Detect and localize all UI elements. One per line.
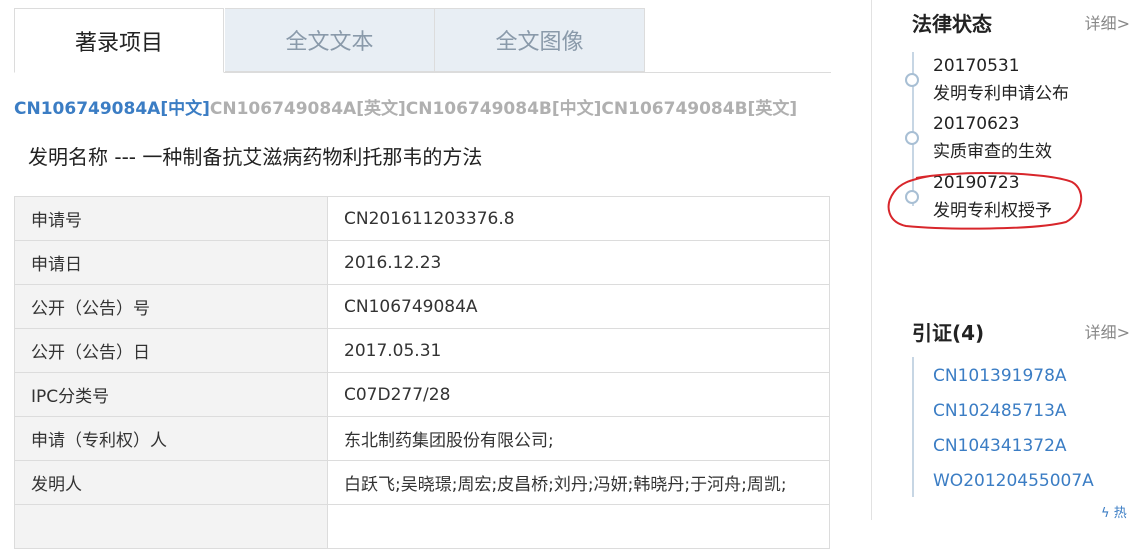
row-value: 白跃飞;吴晓璟;周宏;皮昌桥;刘丹;冯妍;韩晓丹;于河舟;周凯; (327, 460, 830, 505)
table-row: IPC分类号 C07D277/28 (14, 372, 830, 417)
citations-line (912, 357, 914, 497)
citations-title: 引证(4) (912, 321, 985, 345)
tab-bibliographic[interactable]: 著录项目 (14, 8, 224, 73)
pub-link-a-cn[interactable]: CN106749084A[中文] (14, 99, 210, 119)
row-key: 申请日 (14, 240, 328, 285)
tab-fullimage[interactable]: 全文图像 (435, 8, 645, 72)
bibliographic-table: 申请号 CN201611203376.8 申请日 2016.12.23 公开（公告）… (14, 196, 830, 549)
legal-event: 20170531 发明专利申请公布 (933, 52, 1069, 108)
invention-label: 发明名称 (28, 145, 108, 169)
row-key: 发明人 (14, 460, 328, 505)
hot-icon[interactable]: ϟ 热 (1101, 502, 1127, 521)
row-key: 公开（公告）日 (14, 328, 328, 373)
row-value: 2017.05.31 (327, 328, 830, 373)
pub-link-b-en[interactable]: CN106749084B[英文] (601, 99, 797, 119)
row-value: 2016.12.23 (327, 240, 830, 285)
row-value: CN106749084A (327, 284, 830, 329)
citation-link[interactable]: CN101391978A (933, 366, 1067, 386)
legal-status-title: 法律状态 (912, 12, 992, 36)
side-panel: 法律状态 详细> 20170531 发明专利申请公布 20170623 实质审查… (871, 0, 1131, 520)
timeline-dot (905, 73, 919, 87)
legal-event: 20170623 实质审查的生效 (933, 110, 1052, 166)
pub-link-a-en[interactable]: CN106749084A[英文] (210, 99, 406, 119)
table-row: 公开（公告）日 2017.05.31 (14, 328, 830, 373)
tab-bar: 著录项目 全文文本 全文图像 (14, 8, 831, 73)
row-value: 东北制药集团股份有限公司; (327, 416, 830, 461)
invention-name: 一种制备抗艾滋病药物利托那韦的方法 (142, 145, 483, 169)
main-panel: 著录项目 全文文本 全文图像 CN106749084A[中文]CN1067490… (0, 0, 840, 549)
event-date: 20170531 (933, 56, 1020, 76)
citation-link[interactable]: CN104341372A (933, 436, 1067, 456)
tab-fulltext[interactable]: 全文文本 (225, 8, 435, 72)
table-row (14, 504, 830, 549)
legal-detail-link[interactable]: 详细> (1085, 10, 1130, 34)
event-desc: 发明专利申请公布 (933, 84, 1069, 104)
table-row: 申请日 2016.12.23 (14, 240, 830, 285)
event-date: 20170623 (933, 114, 1020, 134)
red-annotation-circle (887, 172, 1082, 230)
citation-link[interactable]: WO20120455007A (933, 471, 1094, 491)
row-value: CN201611203376.8 (327, 196, 830, 241)
invention-sep: --- (114, 145, 137, 169)
row-key: 申请号 (14, 196, 328, 241)
publication-links: CN106749084A[中文]CN106749084A[英文]CN106749… (14, 94, 797, 119)
timeline-dot (905, 131, 919, 145)
event-desc: 实质审查的生效 (933, 142, 1052, 162)
table-row: 申请（专利权）人 东北制药集团股份有限公司; (14, 416, 830, 461)
row-key: 公开（公告）号 (14, 284, 328, 329)
citation-link[interactable]: CN102485713A (933, 401, 1067, 421)
invention-title: 发明名称 --- 一种制备抗艾滋病药物利托那韦的方法 (28, 141, 482, 170)
table-row: 发明人 白跃飞;吴晓璟;周宏;皮昌桥;刘丹;冯妍;韩晓丹;于河舟;周凯; (14, 460, 830, 505)
table-row: 公开（公告）号 CN106749084A (14, 284, 830, 329)
citations-detail-link[interactable]: 详细> (1085, 319, 1130, 343)
row-key: IPC分类号 (14, 372, 328, 417)
pub-link-b-cn[interactable]: CN106749084B[中文] (406, 99, 602, 119)
table-row: 申请号 CN201611203376.8 (14, 196, 830, 241)
row-key: 申请（专利权）人 (14, 416, 328, 461)
row-value: C07D277/28 (327, 372, 830, 417)
